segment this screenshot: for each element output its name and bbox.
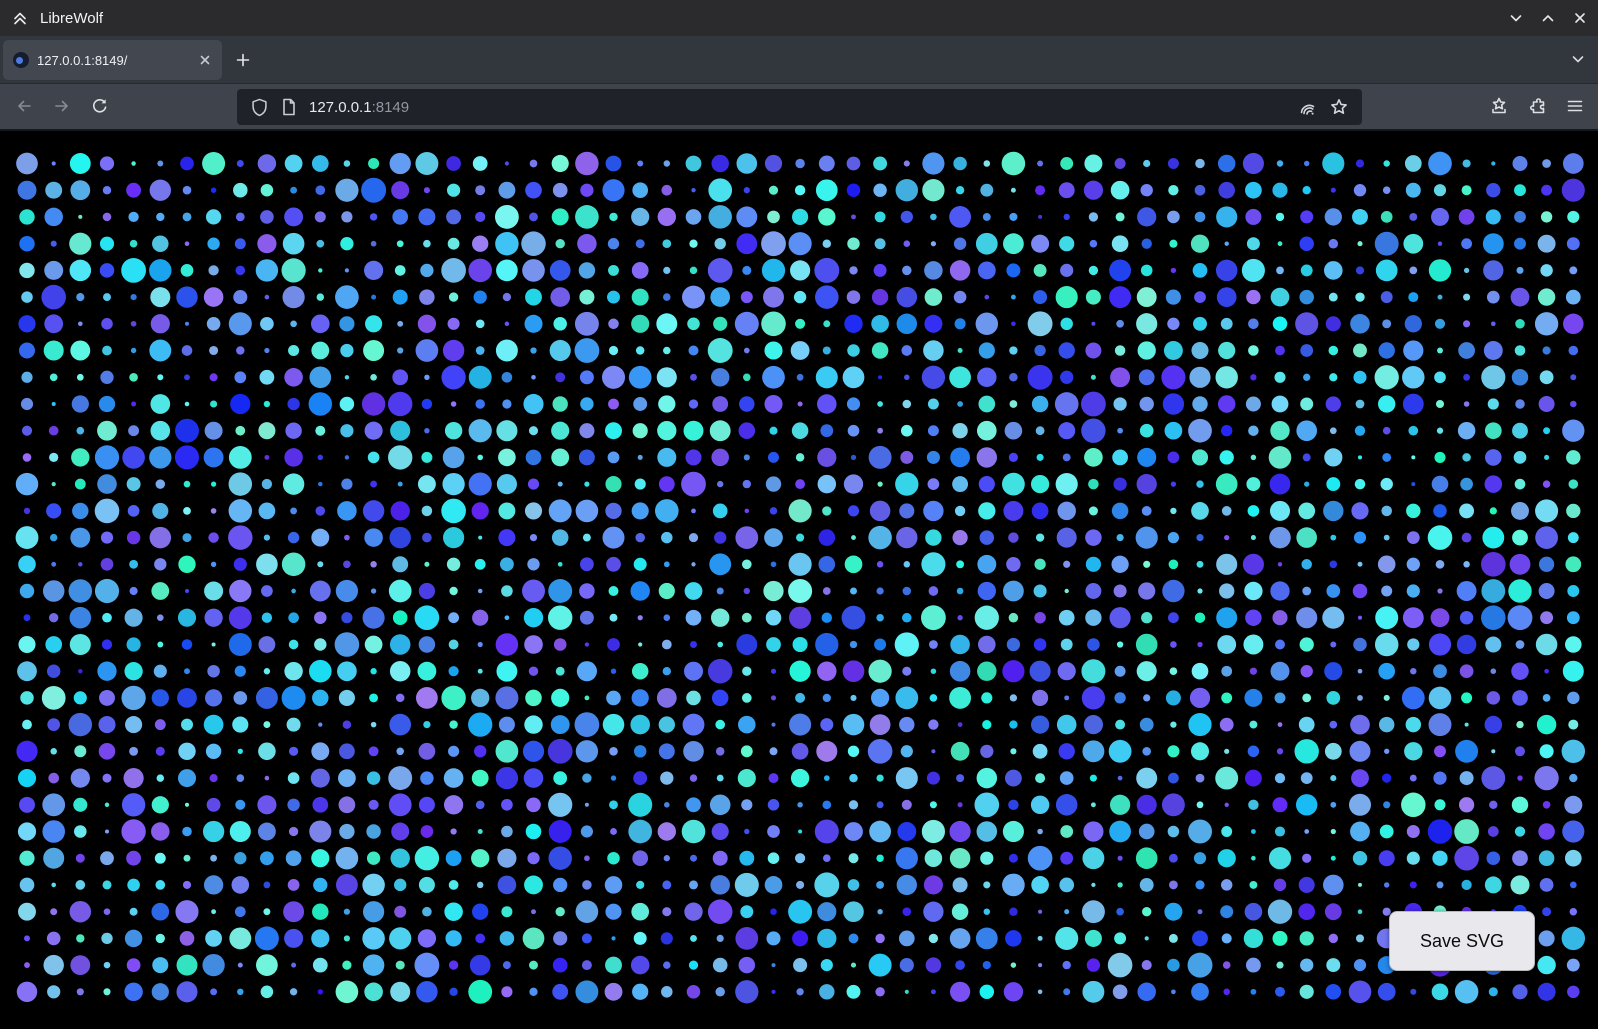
reload-icon	[91, 97, 109, 115]
url-bar[interactable]: 127.0.0.1:8149	[237, 89, 1362, 125]
tab-close-button[interactable]	[196, 51, 214, 69]
maximize-button[interactable]	[1536, 6, 1560, 30]
shield-icon[interactable]	[249, 97, 269, 117]
window-controls	[1504, 6, 1592, 30]
chevron-up-icon	[1540, 10, 1556, 26]
tab-title: 127.0.0.1:8149/	[37, 53, 196, 68]
menu-button[interactable]	[1561, 92, 1589, 120]
reload-button[interactable]	[86, 92, 114, 120]
tab-localhost[interactable]: 127.0.0.1:8149/	[3, 40, 222, 80]
tab-bar: 127.0.0.1:8149/	[0, 36, 1598, 84]
forward-button[interactable]	[48, 92, 76, 120]
puzzle-piece-icon	[1527, 96, 1547, 116]
new-tab-button[interactable]	[231, 48, 255, 72]
hamburger-icon	[1566, 97, 1584, 115]
extensions-button[interactable]	[1523, 92, 1551, 120]
url-port: :8149	[372, 99, 410, 116]
tab-favicon-icon	[13, 52, 29, 68]
close-icon	[1572, 10, 1588, 26]
chevron-down-icon	[1570, 51, 1586, 67]
chevron-down-icon	[1508, 10, 1524, 26]
page-info-icon[interactable]	[279, 97, 299, 117]
close-icon	[199, 54, 211, 66]
back-button[interactable]	[10, 92, 38, 120]
back-arrow-icon	[15, 97, 33, 115]
forward-arrow-icon	[53, 97, 71, 115]
bookmarks-tray-button[interactable]	[1485, 92, 1513, 120]
save-svg-button[interactable]: Save SVG	[1389, 911, 1535, 971]
bookmark-star-icon[interactable]	[1328, 96, 1350, 118]
titlebar: LibreWolf	[0, 0, 1598, 36]
star-on-tray-icon	[1489, 96, 1509, 116]
navigation-toolbar: 127.0.0.1:8149	[0, 84, 1598, 131]
page-content: Save SVG	[0, 131, 1598, 1029]
url-host: 127.0.0.1	[309, 99, 372, 116]
dot-field	[0, 131, 1598, 1029]
window-title: LibreWolf	[40, 10, 103, 27]
plus-icon	[235, 52, 251, 68]
close-button[interactable]	[1568, 6, 1592, 30]
list-all-tabs-button[interactable]	[1566, 47, 1590, 71]
app-icon	[10, 8, 30, 28]
minimize-button[interactable]	[1504, 6, 1528, 30]
url-text: 127.0.0.1:8149	[309, 99, 409, 116]
fingerprint-protection-icon[interactable]	[1296, 96, 1318, 118]
